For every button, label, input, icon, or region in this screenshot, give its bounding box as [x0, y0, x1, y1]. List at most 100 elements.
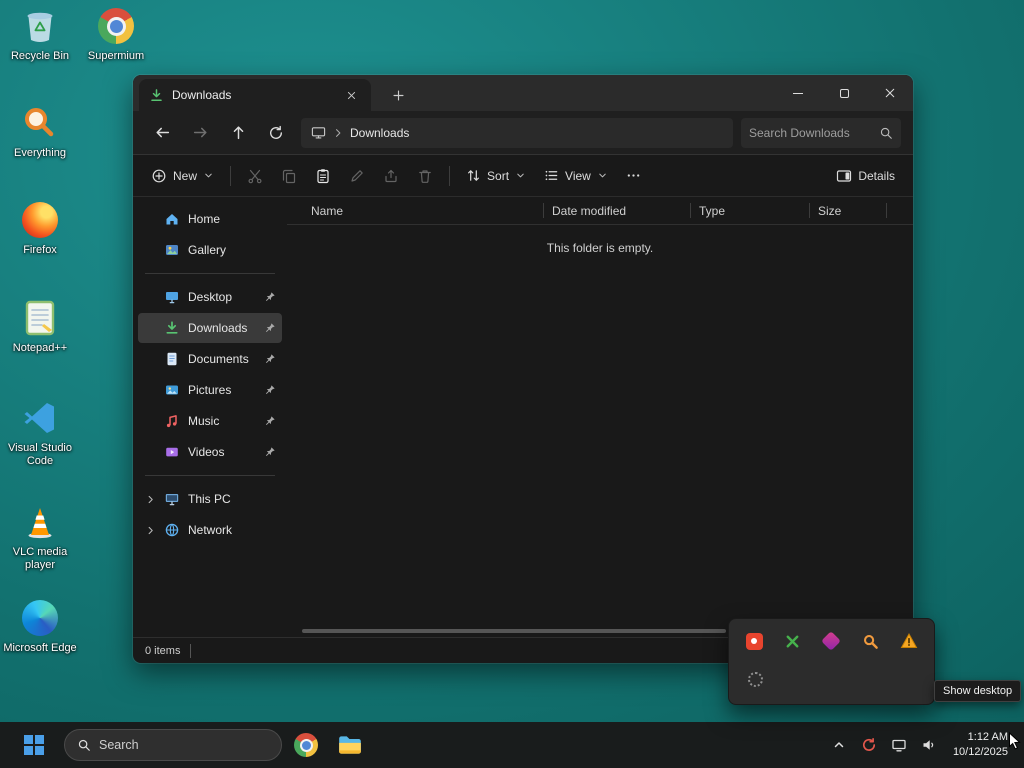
desktop-icon-firefox[interactable]: Firefox — [2, 200, 78, 257]
show-desktop-tooltip: Show desktop — [934, 680, 1022, 702]
column-header-date-modified[interactable]: Date modified — [544, 197, 690, 224]
column-header-type[interactable]: Type — [691, 197, 809, 224]
share-button[interactable] — [375, 160, 407, 192]
tab-close-button[interactable] — [341, 85, 361, 105]
details-pane-button[interactable]: Details — [828, 160, 903, 192]
share-icon — [385, 169, 397, 182]
sidebar-item-home[interactable]: Home — [138, 204, 282, 234]
sidebar-item-network[interactable]: Network — [138, 515, 282, 545]
sidebar-item-videos[interactable]: Videos — [138, 437, 282, 467]
more-options-button[interactable] — [618, 160, 650, 192]
sidebar-item-gallery[interactable]: Gallery — [138, 235, 282, 265]
sort-button-label: Sort — [487, 168, 510, 183]
this-pc-icon — [311, 127, 326, 139]
chevron-right-icon — [335, 128, 341, 137]
sidebar-item-this-pc[interactable]: This PC — [138, 484, 282, 514]
breadcrumb[interactable]: Downloads — [301, 117, 733, 148]
close-icon — [347, 91, 355, 99]
supermium-icon — [96, 6, 136, 46]
view-button[interactable]: View — [536, 160, 616, 192]
desktop-icon-supermium[interactable]: Supermium — [78, 6, 154, 63]
copy-button[interactable] — [273, 160, 305, 192]
videos-icon — [166, 447, 178, 457]
desktop-icon-vscode[interactable]: Visual Studio Code — [2, 398, 78, 468]
close-icon — [885, 88, 895, 98]
refresh-button[interactable] — [259, 117, 293, 149]
orange-search-icon[interactable] — [855, 626, 886, 656]
new-button[interactable]: New — [143, 160, 222, 192]
details-pane-label: Details — [858, 168, 895, 183]
taskbar-search-input[interactable] — [99, 738, 269, 752]
sort-button[interactable]: Sort — [458, 160, 534, 192]
desktop-icon-notepad-plus-plus[interactable]: Notepad++ — [2, 298, 78, 355]
cut-button[interactable] — [239, 160, 271, 192]
tab-strip: Downloads — [133, 75, 913, 111]
window-controls — [775, 75, 913, 111]
firefox-icon — [20, 200, 60, 240]
taskbar-icon-supermium[interactable] — [286, 725, 326, 765]
sidebar-item-pictures[interactable]: Pictures — [138, 375, 282, 405]
tray-chevron-up-button[interactable] — [825, 727, 853, 763]
back-icon — [155, 127, 169, 138]
tray-update-icon[interactable] — [855, 727, 883, 763]
notepad-plus-plus-icon — [20, 298, 60, 338]
sidebar-separator — [145, 475, 275, 476]
desktop-icon-vlc[interactable]: VLC media player — [2, 502, 78, 572]
sidebar-item-downloads[interactable]: Downloads — [138, 313, 282, 343]
sort-icon — [468, 170, 479, 181]
chevron-down-icon — [599, 173, 606, 178]
new-tab-button[interactable] — [385, 83, 411, 107]
chevron-up-icon — [834, 742, 844, 748]
windows-logo-icon — [24, 735, 44, 755]
desktop-icon-recycle-bin[interactable]: Recycle Bin — [2, 6, 78, 63]
taskbar-icon-file-explorer[interactable] — [330, 725, 370, 765]
expand-chevron-icon[interactable] — [144, 525, 156, 536]
sidebar-item-documents[interactable]: Documents — [138, 344, 282, 374]
file-list-area: Name Date modified Type Size This folder… — [287, 197, 913, 637]
desktop: Recycle Bin Supermium Everything Firefox — [0, 0, 1024, 768]
start-button[interactable] — [14, 725, 54, 765]
desktop-icon-everything[interactable]: Everything — [2, 103, 78, 160]
desktop-icon-edge[interactable]: Microsoft Edge — [2, 598, 78, 655]
tray-volume-icon[interactable] — [915, 727, 943, 763]
maximize-button[interactable] — [821, 75, 867, 111]
taskbar-clock[interactable]: 1:12 AM 10/12/2025 — [953, 730, 1008, 760]
minimize-button[interactable] — [775, 75, 821, 111]
sidebar-item-label: Music — [188, 414, 220, 428]
desktop-icon-label: Recycle Bin — [10, 50, 70, 62]
taskbar-search[interactable] — [64, 729, 282, 761]
network-icon — [165, 523, 179, 537]
back-button[interactable] — [145, 117, 179, 149]
red-app-icon[interactable] — [739, 626, 770, 656]
column-header-size[interactable]: Size — [810, 197, 886, 224]
sidebar-item-desktop[interactable]: Desktop — [138, 282, 282, 312]
column-divider[interactable] — [886, 203, 887, 218]
green-cut-icon[interactable] — [778, 626, 809, 656]
tray-display-icon[interactable] — [885, 727, 913, 763]
new-circle-plus-icon — [152, 169, 166, 182]
navigation-pane: Home Gallery Desktop Downloads Documents… — [133, 197, 287, 637]
explorer-search-input[interactable] — [749, 125, 875, 140]
rename-button[interactable] — [341, 160, 373, 192]
pin-icon — [264, 322, 276, 334]
up-button[interactable] — [221, 117, 255, 149]
close-button[interactable] — [867, 75, 913, 111]
explorer-search[interactable] — [741, 117, 901, 148]
spinner-icon[interactable] — [739, 664, 771, 694]
downloads-icon — [166, 321, 178, 334]
plus-icon — [392, 89, 404, 101]
breadcrumb-segment-downloads[interactable]: Downloads — [350, 126, 409, 140]
tab-downloads[interactable]: Downloads — [139, 79, 371, 111]
forward-button[interactable] — [183, 117, 217, 149]
purple-app-icon[interactable] — [816, 626, 847, 656]
music-icon — [166, 415, 177, 428]
column-header-name[interactable]: Name — [303, 197, 543, 224]
paste-button[interactable] — [307, 160, 339, 192]
supermium-icon — [294, 733, 318, 757]
warning-icon[interactable] — [893, 626, 924, 656]
horizontal-scrollbar[interactable] — [302, 629, 726, 633]
delete-button[interactable] — [409, 160, 441, 192]
expand-chevron-icon[interactable] — [144, 494, 156, 505]
sidebar-item-music[interactable]: Music — [138, 406, 282, 436]
toolbar-separator — [449, 165, 451, 186]
